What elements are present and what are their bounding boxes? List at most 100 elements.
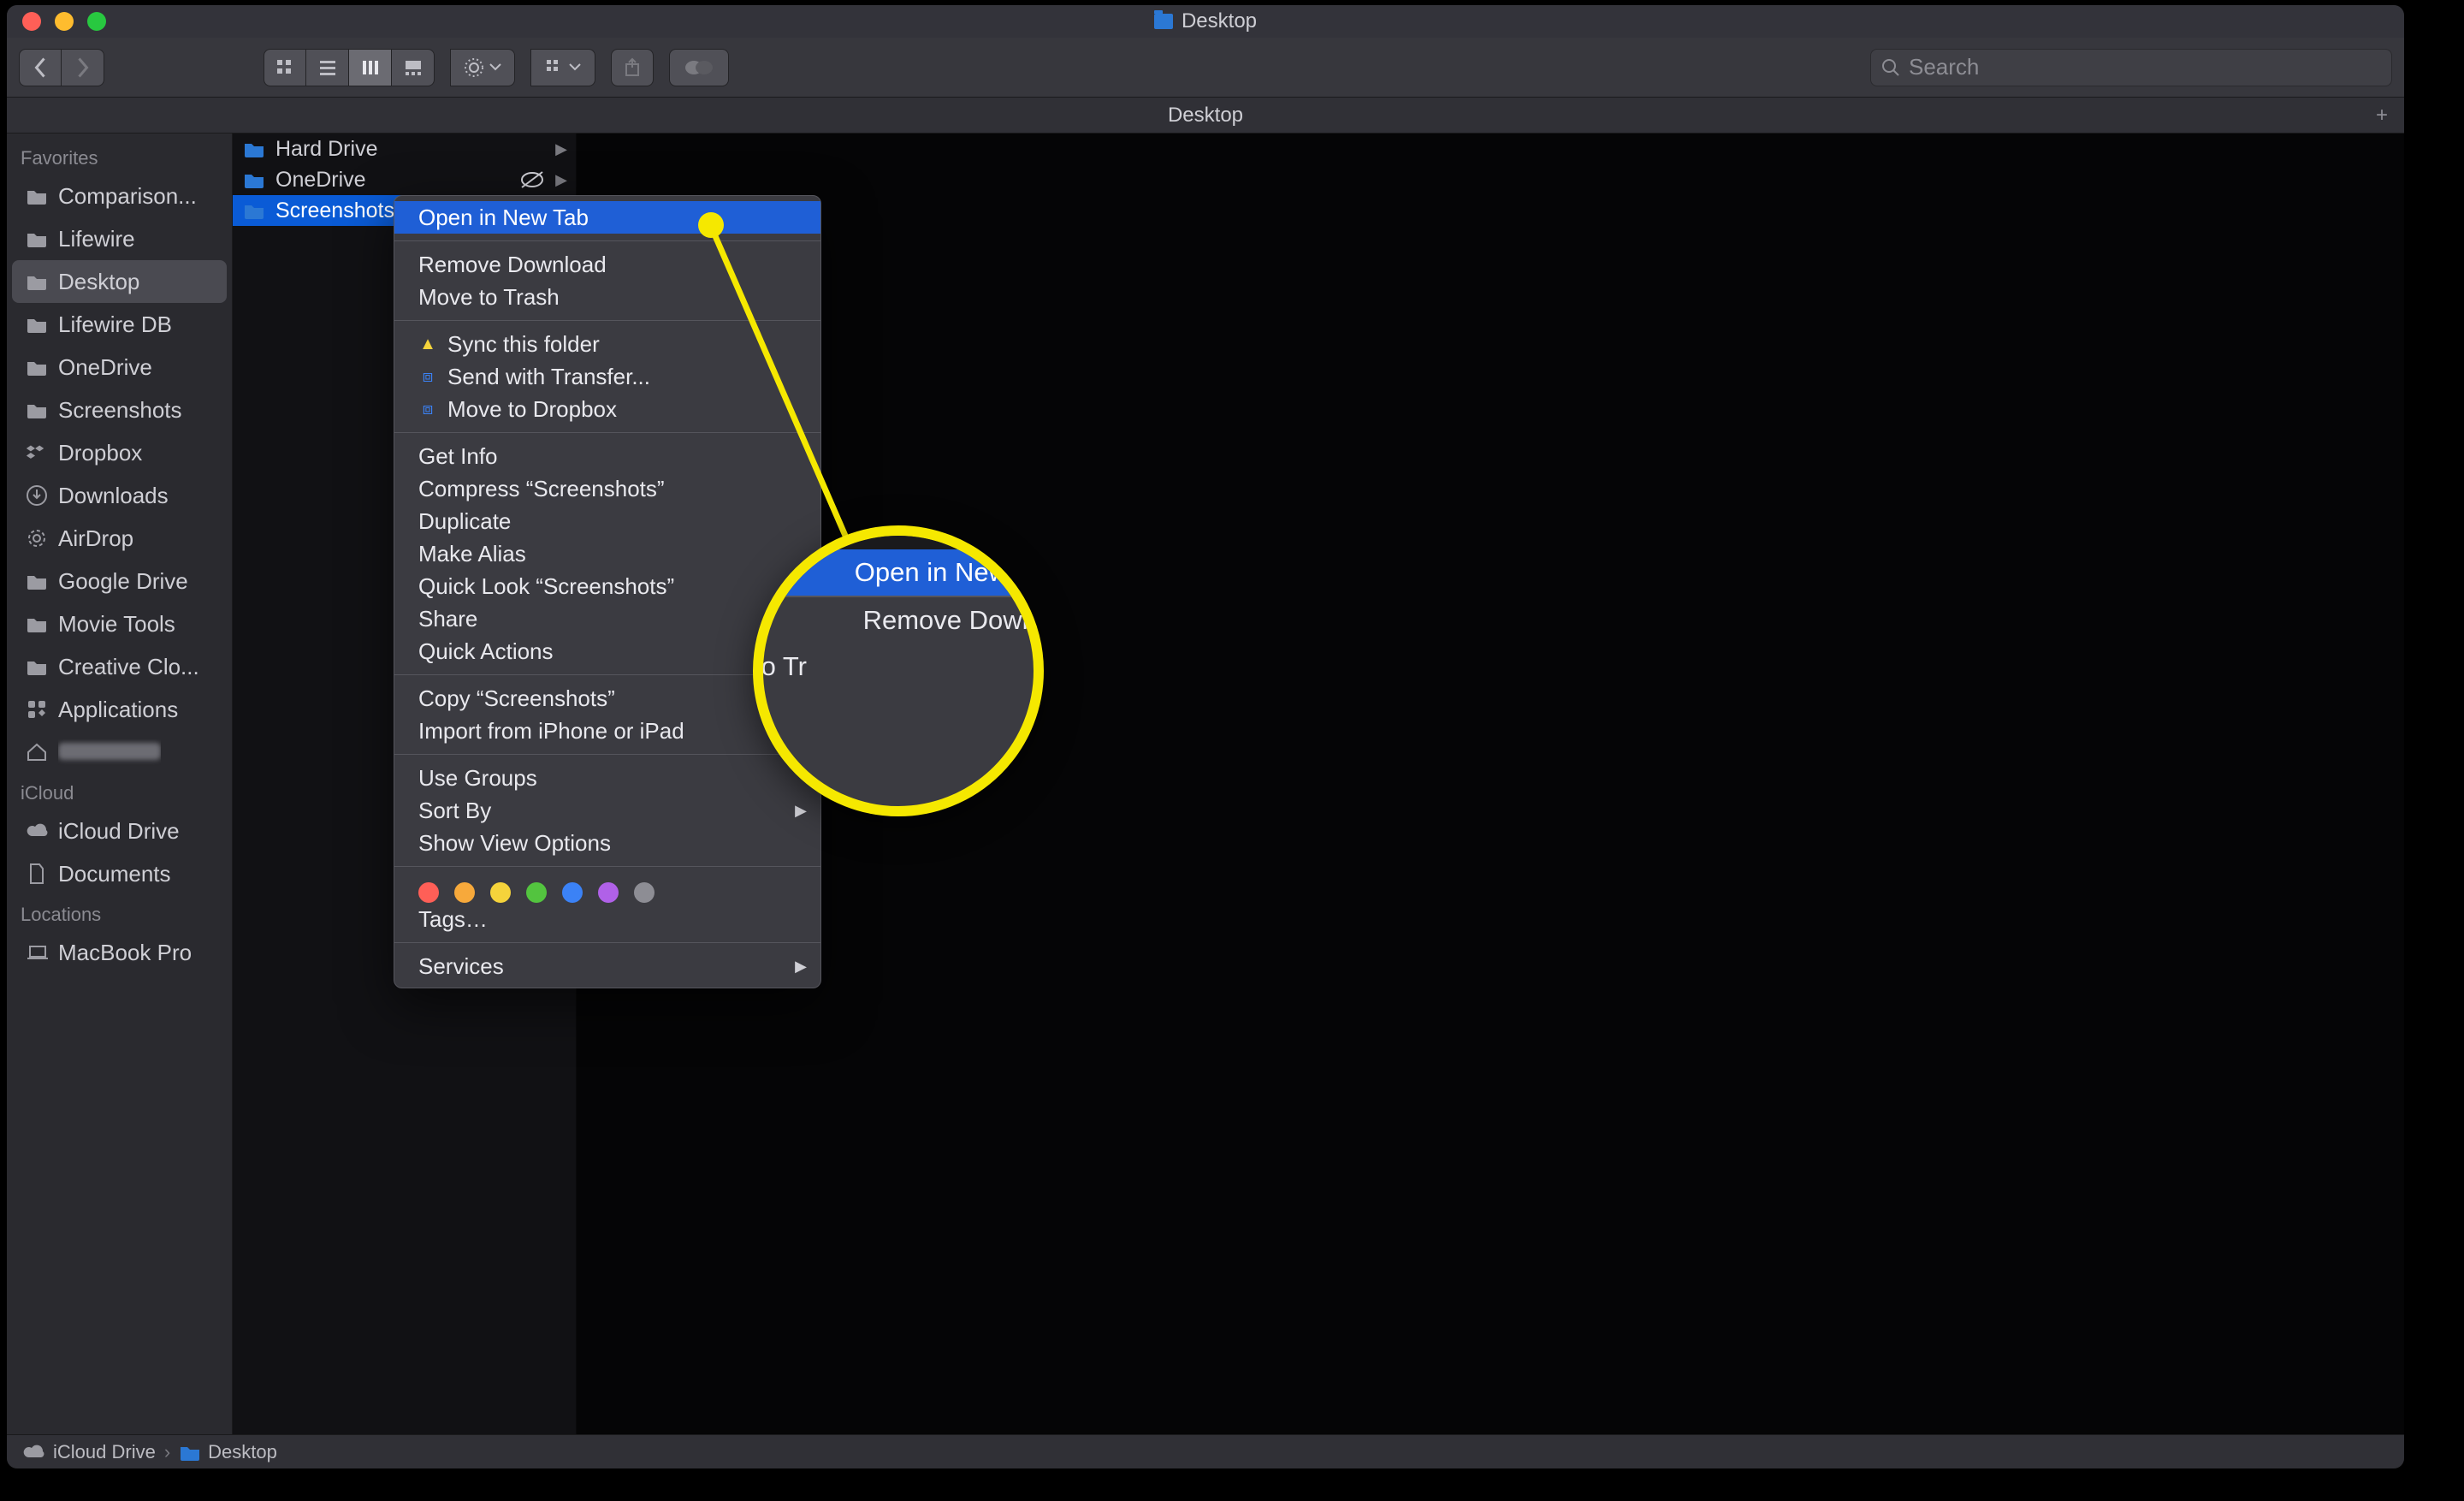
- context-menu-item-label: Quick Actions: [418, 638, 554, 665]
- column-row-label: Screenshots: [275, 199, 394, 223]
- context-menu-item[interactable]: Duplicate: [394, 505, 820, 537]
- context-menu-item-label: Move to Trash: [418, 284, 560, 311]
- sidebar-item[interactable]: Downloads: [12, 474, 227, 517]
- breadcrumb[interactable]: Desktop: [179, 1441, 277, 1463]
- arrange-menu-button[interactable]: [530, 49, 595, 86]
- column-row-label: Hard Drive: [275, 137, 377, 162]
- context-menu-item-label: Open in New Tab: [418, 205, 589, 231]
- context-menu-item[interactable]: ▲Sync this folder: [394, 328, 820, 360]
- sidebar-item[interactable]: Desktop: [12, 260, 227, 303]
- tag-color[interactable]: [562, 882, 583, 903]
- window-title-text: Desktop: [1182, 9, 1257, 33]
- tags-button[interactable]: [669, 49, 729, 86]
- tag-color[interactable]: [418, 882, 439, 903]
- finder-window: Desktop: [7, 5, 2404, 1468]
- context-menu: Open in New Tab Remove Download Move to Tr…: [394, 195, 821, 988]
- breadcrumb[interactable]: iCloud Drive: [22, 1441, 156, 1463]
- tag-color[interactable]: [490, 882, 511, 903]
- tag-color[interactable]: [454, 882, 475, 903]
- context-menu-item[interactable]: Sort By▶: [394, 794, 820, 827]
- tag-color[interactable]: [598, 882, 619, 903]
- dropbox-icon: ⧈: [418, 367, 437, 386]
- gear-icon: [464, 57, 484, 78]
- list-icon: [318, 58, 337, 77]
- sidebar-item[interactable]: AirDrop: [12, 517, 227, 560]
- grid-small-icon: [545, 58, 564, 77]
- column-row[interactable]: OneDrive ▶: [233, 164, 576, 195]
- sidebar-item-label: Dropbox: [58, 440, 142, 466]
- dropbox-icon: [26, 443, 48, 462]
- context-menu-tags-label[interactable]: Tags…: [394, 903, 820, 935]
- list-view-button[interactable]: [306, 49, 349, 86]
- new-tab-button[interactable]: +: [2365, 98, 2399, 133]
- sidebar-item[interactable]: Applications: [12, 688, 227, 731]
- tab-bar: Desktop +: [7, 98, 2404, 133]
- context-menu-item-label: Quick Look “Screenshots”: [418, 573, 674, 600]
- tag-color[interactable]: [526, 882, 547, 903]
- icon-view-button[interactable]: [264, 49, 306, 86]
- window-body: FavoritesComparison...LifewireDesktopLif…: [7, 133, 2404, 1434]
- context-menu-item[interactable]: ⧈Move to Dropbox: [394, 393, 820, 425]
- sidebar-item[interactable]: Movie Tools: [12, 602, 227, 645]
- context-menu-item[interactable]: Share▶: [394, 602, 820, 635]
- mag-row-2: Remove Downlo: [753, 597, 1044, 644]
- sidebar-item[interactable]: Dropbox: [12, 431, 227, 474]
- sidebar-item[interactable]: OneDrive: [12, 346, 227, 389]
- sidebar-section-label: Favorites: [7, 139, 232, 175]
- column-row-label: OneDrive: [275, 168, 366, 193]
- sidebar-item[interactable]: Creative Clo...: [12, 645, 227, 688]
- context-menu-services[interactable]: Services▶: [394, 950, 820, 982]
- context-menu-item[interactable]: Use Groups: [394, 762, 820, 794]
- sidebar-item[interactable]: Screenshots: [12, 389, 227, 431]
- context-menu-separator: [394, 866, 820, 867]
- search-field[interactable]: Search: [1870, 49, 2392, 86]
- cloud-off-icon: [519, 169, 545, 190]
- arrange-group: [530, 49, 595, 86]
- column-view-button[interactable]: [349, 49, 392, 86]
- active-tab-label[interactable]: Desktop: [1168, 104, 1243, 128]
- chevron-right-icon: ▶: [555, 171, 567, 189]
- context-menu-item[interactable]: Move to Trash: [394, 281, 820, 313]
- context-menu-separator: [394, 240, 820, 241]
- context-menu-item[interactable]: ⧈Send with Transfer...: [394, 360, 820, 393]
- column-row[interactable]: Hard Drive▶: [233, 133, 576, 164]
- sidebar-item[interactable]: iCloud Drive: [12, 810, 227, 852]
- tag-color[interactable]: [634, 882, 654, 903]
- context-menu-item[interactable]: Make Alias: [394, 537, 820, 570]
- sidebar-item[interactable]: Lifewire DB: [12, 303, 227, 346]
- folder-icon: [26, 400, 48, 419]
- sidebar-item[interactable]: Google Drive: [12, 560, 227, 602]
- grid-icon: [275, 58, 294, 77]
- sidebar-item[interactable]: Comparison...: [12, 175, 227, 217]
- context-menu-item[interactable]: Quick Look “Screenshots”: [394, 570, 820, 602]
- sidebar-item[interactable]: MacBook Pro: [12, 931, 227, 974]
- folder-icon: [26, 229, 48, 248]
- sidebar: FavoritesComparison...LifewireDesktopLif…: [7, 133, 233, 1434]
- context-menu-item[interactable]: Get Info: [394, 440, 820, 472]
- sidebar-item[interactable]: Documents: [12, 852, 227, 895]
- context-menu-item[interactable]: Compress “Screenshots”: [394, 472, 820, 505]
- context-menu-item[interactable]: Remove Download: [394, 248, 820, 281]
- context-menu-item[interactable]: Open in New Tab: [394, 201, 820, 234]
- context-menu-item[interactable]: Import from iPhone or iPad▶: [394, 715, 820, 747]
- sidebar-item[interactable]: Lifewire: [12, 217, 227, 260]
- chevron-right-icon: ▶: [795, 958, 807, 976]
- forward-button[interactable]: [62, 49, 104, 86]
- view-buttons: [264, 49, 435, 86]
- sidebar-item-label: Creative Clo...: [58, 654, 199, 680]
- sidebar-item-label: Documents: [58, 861, 171, 887]
- sidebar-item-label: Applications: [58, 697, 178, 723]
- context-menu-item[interactable]: Show View Options: [394, 827, 820, 859]
- context-menu-item-label: Move to Dropbox: [447, 396, 617, 423]
- gallery-view-button[interactable]: [392, 49, 435, 86]
- breadcrumb-label: iCloud Drive: [53, 1441, 156, 1463]
- context-menu-item-label: Remove Download: [418, 252, 607, 278]
- action-menu-button[interactable]: [450, 49, 515, 86]
- sidebar-item[interactable]: [12, 731, 227, 774]
- folder-icon: [1154, 14, 1173, 29]
- sidebar-item-label: Google Drive: [58, 568, 188, 595]
- back-button[interactable]: [19, 49, 62, 86]
- context-menu-item-label: Make Alias: [418, 541, 526, 567]
- doc-icon: [26, 864, 48, 883]
- share-button[interactable]: [611, 49, 654, 86]
